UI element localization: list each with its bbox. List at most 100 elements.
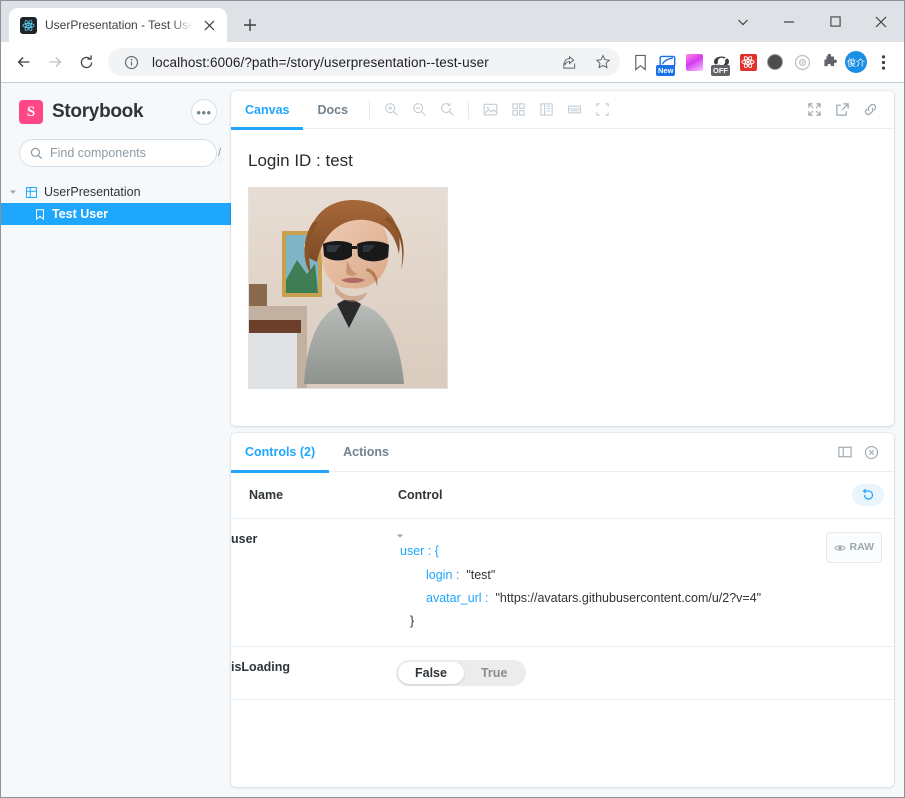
json-close-line: }	[410, 614, 415, 628]
tab-search-icon[interactable]	[720, 1, 766, 42]
tab-strip: UserPresentation - Test User · Sto	[1, 1, 904, 42]
control-name: user	[231, 518, 396, 647]
fullscreen-icon[interactable]	[800, 96, 828, 124]
storybook-main: Canvas Docs Login ID: test Controls (2)…	[231, 83, 904, 797]
json-entry[interactable]: avatar_url : "https://avatars.githubuser…	[396, 587, 894, 610]
eye-icon	[833, 543, 846, 553]
tab-docs[interactable]: Docs	[303, 91, 362, 129]
back-button[interactable]	[9, 47, 39, 77]
column-header-name: Name	[231, 472, 396, 519]
react-icon	[20, 16, 37, 34]
grid-icon[interactable]	[504, 96, 532, 124]
storybook-logo-icon: S	[19, 100, 43, 124]
tab-controls[interactable]: Controls (2)	[231, 433, 330, 473]
control-value-boolean[interactable]: False True	[396, 646, 894, 700]
adblock-extension-icon[interactable]: OFF	[708, 49, 734, 76]
toggle-option-true[interactable]: True	[464, 662, 524, 684]
json-editor[interactable]: user : { login : "test" avatar_url : "ht…	[396, 532, 894, 633]
raw-toggle-button[interactable]: RAW	[825, 532, 882, 563]
url-text: localhost:6006/?path=/story/userpresenta…	[152, 54, 489, 70]
story-preview: Login ID : test	[231, 129, 894, 426]
react-devtools-icon[interactable]	[735, 49, 761, 75]
panel-tabs: Controls (2) Actions	[231, 433, 894, 473]
json-root-line[interactable]: user : {	[396, 532, 894, 564]
outline-icon[interactable]	[560, 96, 588, 124]
measure-icon[interactable]	[532, 96, 560, 124]
sidebar-item-userpresentation[interactable]: UserPresentation	[1, 181, 231, 203]
search-icon	[30, 147, 43, 160]
gradient-extension-icon[interactable]	[681, 49, 707, 75]
extension-badge: OFF	[711, 65, 730, 76]
new-tab-button[interactable]	[235, 10, 265, 40]
close-window-button[interactable]	[858, 1, 904, 42]
window-controls	[720, 1, 904, 42]
controls-header-row: Name Control	[231, 472, 894, 519]
sidebar-item-label: UserPresentation	[44, 185, 141, 199]
json-value: "https://avatars.githubusercontent.com/u…	[495, 591, 762, 605]
controls-table: Name Control user user: {login: "test…	[231, 472, 894, 700]
screenshot-extension-icon[interactable]: New	[654, 49, 680, 76]
profile-initials: 俊介	[845, 51, 867, 73]
control-name: isLoading	[231, 646, 396, 700]
panel-position-icon[interactable]	[832, 439, 858, 465]
reload-button[interactable]	[71, 47, 101, 77]
address-bar[interactable]: localhost:6006/?path=/story/userpresenta…	[108, 48, 620, 76]
json-entry[interactable]: login : "test"	[396, 564, 894, 587]
browser-window: UserPresentation - Test User · Sto	[0, 0, 905, 798]
tab-canvas[interactable]: Canvas	[231, 91, 304, 130]
three-dots-vertical-icon[interactable]	[870, 49, 896, 75]
toolbar-divider	[369, 100, 371, 119]
maximize-button[interactable]	[812, 1, 858, 42]
puzzle-extensions-icon[interactable]	[816, 49, 842, 75]
close-icon[interactable]	[200, 16, 219, 35]
minimize-button[interactable]	[766, 1, 812, 42]
tab-title: UserPresentation - Test User · Sto	[45, 18, 192, 32]
json-key: avatar_url :	[426, 591, 489, 605]
json-value: "test"	[466, 568, 496, 582]
zoom-reset-icon[interactable]	[433, 96, 461, 124]
raw-label: RAW	[849, 541, 875, 553]
copy-link-icon[interactable]	[856, 96, 884, 124]
boolean-toggle[interactable]: False True	[396, 660, 527, 686]
close-panel-icon[interactable]	[858, 439, 884, 465]
login-id-text: Login ID : test	[248, 151, 894, 171]
target-extension-icon[interactable]	[789, 49, 815, 75]
sidebar-item-label: Test User	[52, 207, 109, 221]
bookmark-manager-icon[interactable]	[627, 49, 653, 75]
toolbar-divider	[468, 100, 470, 119]
preview-card: Canvas Docs Login ID: test	[231, 91, 894, 426]
search-input[interactable]	[50, 146, 211, 160]
open-in-new-tab-icon[interactable]	[828, 96, 856, 124]
background-icon[interactable]	[476, 96, 504, 124]
login-id-label: Login ID : test	[248, 151, 353, 170]
search-shortcut-badge: /	[218, 144, 222, 162]
zoom-out-icon[interactable]	[405, 96, 433, 124]
sidebar-item-test-user[interactable]: Test User	[1, 203, 231, 225]
chevron-down-icon[interactable]	[9, 188, 19, 196]
share-icon[interactable]	[556, 49, 582, 75]
reset-controls-button[interactable]	[852, 484, 884, 506]
json-key: login :	[426, 568, 460, 582]
tab-actions[interactable]: Actions	[329, 433, 403, 472]
zoom-in-icon[interactable]	[377, 96, 405, 124]
storybook-sidebar: S Storybook ••• /	[1, 83, 231, 797]
extension-badge: New	[656, 65, 676, 76]
forward-button[interactable]	[40, 47, 70, 77]
addons-panel: Controls (2) Actions Name Control user u…	[231, 433, 894, 787]
canvas-toolbar: Canvas Docs	[231, 91, 894, 130]
browser-tab[interactable]: UserPresentation - Test User · Sto	[9, 8, 227, 42]
chevron-down-icon[interactable]	[396, 532, 894, 540]
viewport-icon[interactable]	[588, 96, 616, 124]
toggle-option-false[interactable]: False	[398, 662, 464, 684]
more-menu-button[interactable]: •••	[191, 99, 217, 125]
component-tree: UserPresentation Test User	[1, 181, 231, 225]
dark-circle-extension-icon[interactable]	[762, 49, 788, 75]
search-box[interactable]: /	[19, 139, 222, 167]
profile-avatar[interactable]: 俊介	[843, 49, 869, 75]
star-icon[interactable]	[590, 49, 616, 75]
control-value-object[interactable]: user : { login : "test" avatar_url : "ht…	[396, 518, 894, 647]
browser-toolbar: localhost:6006/?path=/story/userpresenta…	[1, 42, 904, 83]
info-circle-icon[interactable]	[118, 49, 144, 75]
table-row: isLoading False True	[231, 646, 894, 700]
column-header-reset	[834, 472, 894, 519]
